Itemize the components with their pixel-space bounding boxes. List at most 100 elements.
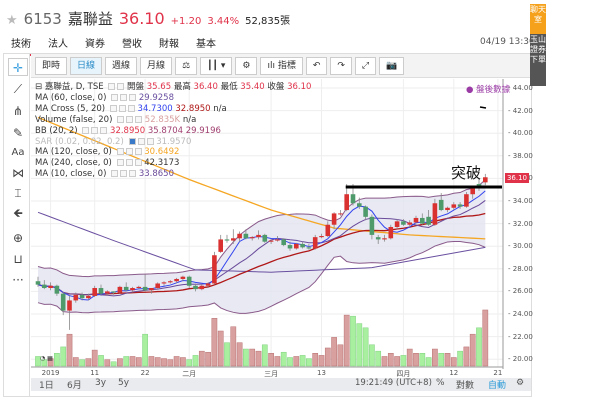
candle-body	[205, 283, 211, 286]
settings-icon[interactable]: ⚙	[235, 56, 258, 75]
volume-bar	[161, 358, 167, 367]
candle-body	[306, 247, 312, 249]
candle-body	[67, 300, 72, 311]
volume-bar	[400, 355, 407, 367]
monthly-button[interactable]: 月線	[140, 56, 173, 75]
candle-body	[243, 233, 249, 239]
candle-body	[199, 285, 205, 290]
range-6m[interactable]: 6月	[67, 378, 82, 391]
candle-body	[268, 240, 274, 242]
pitchfork-icon[interactable]: ⋔	[8, 102, 28, 120]
compare-icon[interactable]: ⚖	[175, 56, 198, 75]
candle-body	[35, 281, 41, 285]
volume-bar	[79, 359, 85, 367]
candle-body	[312, 237, 318, 249]
candle-body	[420, 217, 425, 224]
candle-body	[249, 237, 255, 239]
volume-bar	[293, 356, 300, 367]
more-icon[interactable]: ···	[8, 271, 28, 289]
volume-bar	[236, 342, 243, 367]
volume-bar	[280, 351, 287, 367]
candle-body	[363, 206, 368, 217]
range-5y[interactable]: 5y	[118, 378, 129, 388]
x-tick-label: 13	[317, 369, 326, 377]
volume-bar	[211, 318, 218, 367]
y-tick-label: - 28.00	[508, 264, 533, 273]
candle-body	[483, 177, 488, 183]
text-icon[interactable]: Aa	[8, 144, 28, 162]
legend-volume[interactable]: Volume (false, 20) 52.835K n/a	[35, 115, 311, 126]
volume-bar	[123, 356, 130, 367]
volume-bar	[387, 353, 394, 367]
candle-body	[300, 243, 305, 248]
measure-icon[interactable]: ⌶	[8, 184, 28, 202]
candle-body	[432, 203, 438, 225]
candle-body	[212, 255, 217, 284]
percent-toggle[interactable]: %	[436, 378, 445, 388]
volume-bar	[362, 327, 369, 367]
candle-body	[256, 234, 261, 238]
candle-body	[73, 294, 79, 301]
fullscreen-icon[interactable]: ⤢	[354, 56, 377, 75]
redo-icon[interactable]: ↷	[330, 56, 352, 75]
volume-bar	[261, 344, 268, 367]
daily-button[interactable]: 日線	[70, 56, 103, 75]
volume-bar	[375, 350, 382, 367]
y-tick-label: - 24.00	[508, 310, 533, 318]
range-3y[interactable]: 3y	[95, 378, 106, 388]
candle-body	[319, 236, 324, 238]
log-toggle[interactable]: 對數	[456, 378, 474, 391]
star-icon[interactable]: ★	[6, 13, 18, 28]
candle-body	[136, 286, 142, 289]
candle-body	[168, 281, 173, 283]
gear-icon[interactable]: ⚙	[516, 378, 524, 388]
crosshair-icon[interactable]: ✛	[8, 58, 28, 76]
volume-bar	[135, 357, 142, 367]
x-tick-label: 22	[140, 369, 150, 377]
candle-body	[174, 278, 179, 282]
volume-bar	[249, 348, 256, 367]
pattern-icon[interactable]: ⋈	[8, 164, 28, 182]
volume-bar	[167, 359, 174, 367]
y-tick-label: - 20.00	[508, 355, 533, 364]
chat-room-tab[interactable]: 聊天室	[530, 4, 546, 34]
broker-order-tab[interactable]: 玉山證券下單	[530, 34, 546, 86]
volume-bar	[104, 359, 111, 367]
arrow-left-icon[interactable]: 🡸	[8, 204, 28, 222]
legend-ma240[interactable]: MA (240, close, 0) 42.3173	[35, 158, 311, 169]
after-hours-link[interactable]: ● 盤後數據	[466, 83, 510, 95]
legend-ma120[interactable]: MA (120, close, 0) 30.6492	[35, 147, 311, 158]
candle-body	[350, 194, 356, 204]
zoom-in-icon[interactable]: ⊕	[8, 229, 28, 247]
candle-body	[111, 291, 116, 293]
legend-bb[interactable]: BB (20, 2) 32.8950 35.8704 29.9196	[35, 126, 311, 137]
candle-type-icon[interactable]: ┃┃ ▾	[200, 56, 233, 75]
legend-ma10[interactable]: MA (10, close, 0) 33.8650	[35, 169, 311, 180]
volume-bar	[154, 357, 161, 367]
weekly-button[interactable]: 週線	[105, 56, 138, 75]
legend-sar[interactable]: SAR (0.02, 0.02, 0.2) 31.9570	[35, 137, 311, 148]
volume-bar	[85, 358, 92, 367]
legend-macross[interactable]: MA Cross (5, 20) 34.7300 32.8950 n/a	[35, 104, 311, 115]
broker-logo: ◔ ▦	[40, 355, 53, 362]
volume-bar	[444, 353, 451, 367]
realtime-button[interactable]: 即時	[35, 56, 68, 75]
undo-icon[interactable]: ↶	[305, 56, 328, 75]
candle-body	[470, 188, 475, 195]
legend-ma60[interactable]: MA (60, close, 0) 29.9258	[35, 93, 311, 104]
volume-bar	[72, 357, 79, 367]
candle-body	[445, 207, 450, 211]
volume-bar	[463, 346, 470, 367]
auto-toggle[interactable]: 自動	[488, 378, 506, 391]
candle-body	[294, 243, 299, 249]
indicators-button[interactable]: ılı 指標	[260, 56, 303, 75]
candle-body	[357, 203, 362, 207]
trend-line-icon[interactable]: ⟋	[8, 80, 28, 98]
range-1d[interactable]: 1日	[39, 378, 54, 391]
volume-bar	[406, 348, 413, 367]
camera-icon[interactable]: 📷	[379, 56, 405, 75]
candle-body	[193, 285, 198, 290]
brush-icon[interactable]: ✎	[8, 124, 28, 142]
volume-bar	[180, 357, 186, 367]
ruler-icon[interactable]: ⊔	[8, 250, 28, 268]
